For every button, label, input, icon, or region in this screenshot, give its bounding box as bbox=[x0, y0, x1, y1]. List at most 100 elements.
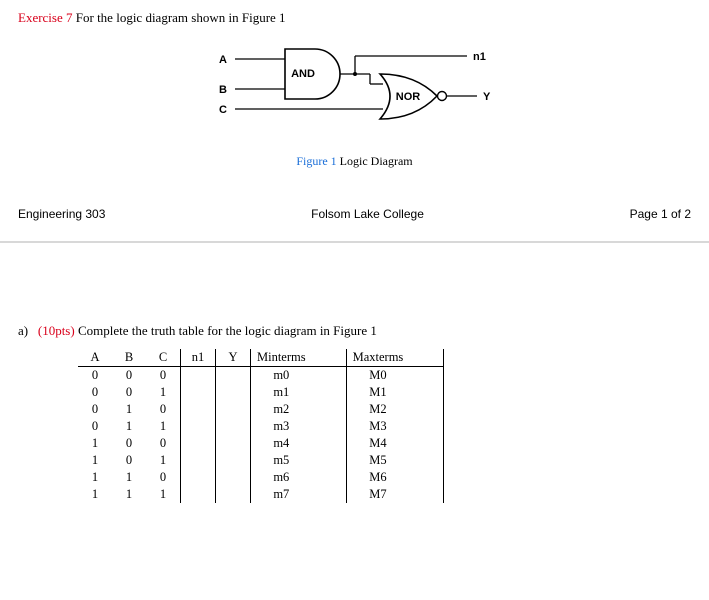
exercise-prompt: For the logic diagram shown in Figure 1 bbox=[76, 10, 286, 25]
logic-diagram-svg: A B AND n1 C NOR Y bbox=[205, 44, 505, 144]
table-cell: 0 bbox=[146, 435, 181, 452]
table-cell: 1 bbox=[146, 486, 181, 503]
table-cell bbox=[181, 469, 216, 486]
table-cell bbox=[181, 367, 216, 385]
page-footer: Engineering 303 Folsom Lake College Page… bbox=[18, 207, 691, 221]
table-cell: M1 bbox=[346, 384, 409, 401]
figure-caption-label: Figure 1 bbox=[296, 154, 336, 168]
table-cell bbox=[216, 469, 251, 486]
table-cell bbox=[312, 384, 347, 401]
table-cell: 1 bbox=[112, 469, 146, 486]
table-cell: 1 bbox=[78, 486, 112, 503]
table-cell bbox=[312, 401, 347, 418]
figure-caption: Figure 1 Logic Diagram bbox=[18, 154, 691, 169]
table-cell: m3 bbox=[251, 418, 312, 435]
exercise-heading: Exercise 7 For the logic diagram shown i… bbox=[18, 10, 691, 26]
input-a-label: A bbox=[219, 54, 227, 66]
table-cell bbox=[181, 384, 216, 401]
table-cell bbox=[409, 452, 444, 469]
table-cell: 1 bbox=[112, 486, 146, 503]
page-break bbox=[0, 241, 709, 243]
table-cell bbox=[312, 469, 347, 486]
part-a-id: a) bbox=[18, 323, 28, 338]
table-cell: m7 bbox=[251, 486, 312, 503]
table-cell: 0 bbox=[112, 435, 146, 452]
table-cell: 0 bbox=[78, 418, 112, 435]
table-cell bbox=[409, 469, 444, 486]
table-cell: M0 bbox=[346, 367, 409, 385]
output-y-label: Y bbox=[483, 91, 491, 103]
table-cell: m6 bbox=[251, 469, 312, 486]
input-b-label: B bbox=[219, 84, 227, 96]
table-cell: M7 bbox=[346, 486, 409, 503]
signal-n1-label: n1 bbox=[473, 51, 486, 63]
table-cell: 1 bbox=[78, 469, 112, 486]
part-a-points: (10pts) bbox=[38, 323, 75, 338]
th-minterms-val bbox=[312, 349, 347, 367]
table-cell bbox=[181, 486, 216, 503]
table-row: 010m2M2 bbox=[78, 401, 444, 418]
figure-caption-text: Logic Diagram bbox=[340, 154, 413, 168]
th-n1: n1 bbox=[181, 349, 216, 367]
table-cell: M2 bbox=[346, 401, 409, 418]
table-cell bbox=[312, 418, 347, 435]
footer-course: Engineering 303 bbox=[18, 207, 105, 221]
th-maxterms-val bbox=[409, 349, 444, 367]
table-cell: 0 bbox=[146, 367, 181, 385]
table-cell bbox=[312, 452, 347, 469]
table-cell: 1 bbox=[146, 384, 181, 401]
truth-table: A B C n1 Y Minterms Maxterms 000m0M0001m… bbox=[78, 349, 444, 503]
table-cell: m2 bbox=[251, 401, 312, 418]
table-cell bbox=[181, 418, 216, 435]
table-cell: M3 bbox=[346, 418, 409, 435]
table-cell bbox=[216, 452, 251, 469]
table-cell: 0 bbox=[146, 401, 181, 418]
table-row: 001m1M1 bbox=[78, 384, 444, 401]
th-a: A bbox=[78, 349, 112, 367]
table-cell bbox=[181, 435, 216, 452]
table-row: 101m5M5 bbox=[78, 452, 444, 469]
table-cell bbox=[216, 384, 251, 401]
table-cell bbox=[409, 367, 444, 385]
table-cell: M6 bbox=[346, 469, 409, 486]
truth-table-header-row: A B C n1 Y Minterms Maxterms bbox=[78, 349, 444, 367]
table-cell bbox=[409, 401, 444, 418]
th-maxterms: Maxterms bbox=[346, 349, 409, 367]
table-row: 100m4M4 bbox=[78, 435, 444, 452]
table-cell bbox=[216, 435, 251, 452]
table-cell: 0 bbox=[112, 384, 146, 401]
table-row: 111m7M7 bbox=[78, 486, 444, 503]
footer-page: Page 1 of 2 bbox=[630, 207, 691, 221]
table-cell bbox=[409, 486, 444, 503]
table-cell bbox=[181, 401, 216, 418]
table-cell bbox=[409, 418, 444, 435]
part-a-text: Complete the truth table for the logic d… bbox=[78, 323, 377, 338]
table-cell bbox=[409, 384, 444, 401]
table-cell: 0 bbox=[112, 367, 146, 385]
table-cell bbox=[216, 367, 251, 385]
input-c-label: C bbox=[219, 104, 227, 116]
th-c: C bbox=[146, 349, 181, 367]
table-cell bbox=[312, 435, 347, 452]
table-cell bbox=[312, 367, 347, 385]
table-cell: 0 bbox=[78, 384, 112, 401]
table-cell: 0 bbox=[78, 367, 112, 385]
table-cell: 1 bbox=[78, 452, 112, 469]
part-a-prompt: a) (10pts) Complete the truth table for … bbox=[18, 323, 691, 339]
table-cell bbox=[181, 452, 216, 469]
th-minterms: Minterms bbox=[251, 349, 312, 367]
and-gate-label: AND bbox=[291, 68, 315, 80]
footer-college: Folsom Lake College bbox=[311, 207, 424, 221]
table-row: 000m0M0 bbox=[78, 367, 444, 385]
table-cell bbox=[312, 486, 347, 503]
table-cell: 0 bbox=[78, 401, 112, 418]
figure-1: A B AND n1 C NOR Y Figure 1 Logic Diagra… bbox=[18, 44, 691, 169]
table-cell: m4 bbox=[251, 435, 312, 452]
table-cell: 0 bbox=[112, 452, 146, 469]
table-cell: M5 bbox=[346, 452, 409, 469]
table-row: 110m6M6 bbox=[78, 469, 444, 486]
table-cell: 1 bbox=[78, 435, 112, 452]
table-cell: 1 bbox=[146, 452, 181, 469]
table-cell: 1 bbox=[146, 418, 181, 435]
table-cell: m1 bbox=[251, 384, 312, 401]
